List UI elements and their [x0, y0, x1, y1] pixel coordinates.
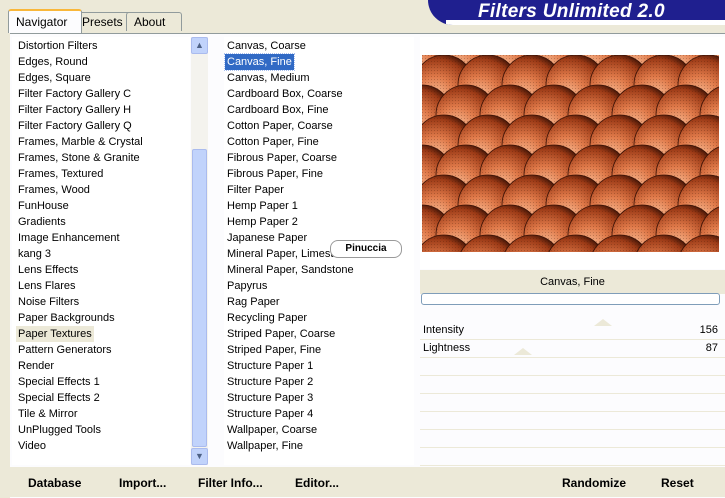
- filter-list-item[interactable]: Japanese Paper: [227, 230, 307, 246]
- category-list-item[interactable]: Tile & Mirror: [18, 406, 77, 422]
- category-list-item[interactable]: Frames, Textured: [18, 166, 103, 182]
- filter-list-item[interactable]: Canvas, Medium: [227, 70, 310, 86]
- filter-list-item[interactable]: Striped Paper, Coarse: [227, 326, 335, 342]
- category-list-item[interactable]: kang 3: [18, 246, 51, 262]
- filter-list-item[interactable]: Mineral Paper, Sandstone: [227, 262, 354, 278]
- category-list-item[interactable]: Filter Factory Gallery Q: [18, 118, 132, 134]
- filter-list-item[interactable]: Structure Paper 3: [227, 390, 313, 406]
- category-list-item[interactable]: Lens Flares: [18, 278, 75, 294]
- import-button[interactable]: Import...: [119, 476, 166, 490]
- list-divider: [214, 37, 223, 465]
- category-list-item[interactable]: Noise Filters: [18, 294, 79, 310]
- category-list-item[interactable]: Paper Backgrounds: [18, 310, 115, 326]
- category-list-item[interactable]: Paper Textures: [16, 326, 94, 342]
- randomize-button[interactable]: Randomize: [562, 476, 626, 490]
- filter-list-item[interactable]: Cardboard Box, Fine: [227, 102, 329, 118]
- scroll-down-button[interactable]: ▼: [191, 448, 208, 465]
- category-list-item[interactable]: Video: [18, 438, 46, 454]
- filter-list-item[interactable]: Structure Paper 4: [227, 406, 313, 422]
- scroll-up-button[interactable]: ▲: [191, 37, 208, 54]
- category-list-item[interactable]: Distortion Filters: [18, 38, 97, 54]
- category-scrollbar[interactable]: ▲ ▼: [191, 37, 208, 465]
- category-list-item[interactable]: Image Enhancement: [18, 230, 120, 246]
- slider-empty: [420, 448, 725, 466]
- title-banner: Filters Unlimited 2.0: [428, 0, 725, 25]
- slider-empty: [420, 412, 725, 430]
- filter-list-item[interactable]: Striped Paper, Fine: [227, 342, 321, 358]
- slider-value: 156: [699, 324, 718, 336]
- slider-marker: [514, 348, 532, 355]
- slider-label: Lightness: [423, 342, 471, 354]
- filter-list-item[interactable]: Cardboard Box, Coarse: [227, 86, 343, 102]
- slider-lightness[interactable]: Lightness 87: [420, 340, 725, 358]
- category-list-item[interactable]: Edges, Square: [18, 70, 91, 86]
- filter-list-item[interactable]: Canvas, Fine: [224, 53, 295, 71]
- reset-button[interactable]: Reset: [661, 476, 694, 490]
- filter-info-button[interactable]: Filter Info...: [198, 476, 263, 490]
- filter-name-label: Canvas, Fine: [420, 270, 725, 294]
- filter-list-item[interactable]: Fibrous Paper, Coarse: [227, 150, 337, 166]
- editor-button[interactable]: Editor...: [295, 476, 339, 490]
- tab-navigator[interactable]: Navigator: [8, 9, 82, 33]
- category-list-item[interactable]: Frames, Marble & Crystal: [18, 134, 143, 150]
- slider-empty: [420, 430, 725, 448]
- slider-empty: [420, 394, 725, 412]
- category-list-item[interactable]: Special Effects 2: [18, 390, 100, 406]
- filter-list-item[interactable]: Papyrus: [227, 278, 267, 294]
- slider-empty: [420, 376, 725, 394]
- app-title: Filters Unlimited 2.0: [478, 1, 665, 22]
- filter-list-item[interactable]: Wallpaper, Coarse: [227, 422, 317, 438]
- filter-list-item[interactable]: Filter Paper: [227, 182, 284, 198]
- filter-list-item[interactable]: Structure Paper 1: [227, 358, 313, 374]
- filter-list-item[interactable]: Canvas, Coarse: [227, 38, 306, 54]
- category-list-item[interactable]: Lens Effects: [18, 262, 78, 278]
- category-list-item[interactable]: UnPlugged Tools: [18, 422, 101, 438]
- filter-list-item[interactable]: Wallpaper, Fine: [227, 438, 303, 454]
- watermark-badge: Pinuccia: [330, 240, 402, 258]
- category-list-item[interactable]: Pattern Generators: [18, 342, 112, 358]
- filter-list-item[interactable]: Hemp Paper 1: [227, 198, 298, 214]
- filter-list-item[interactable]: Cotton Paper, Fine: [227, 134, 319, 150]
- filter-list-item[interactable]: Rag Paper: [227, 294, 280, 310]
- slider-label: Intensity: [423, 324, 464, 336]
- category-list-item[interactable]: FunHouse: [18, 198, 69, 214]
- tab-presets[interactable]: Presets: [74, 12, 132, 31]
- category-list-item[interactable]: Gradients: [18, 214, 66, 230]
- database-button[interactable]: Database: [28, 476, 81, 490]
- category-list-item[interactable]: Filter Factory Gallery H: [18, 102, 131, 118]
- filter-list-item[interactable]: Hemp Paper 2: [227, 214, 298, 230]
- scroll-thumb[interactable]: [192, 149, 207, 447]
- slider-marker: [594, 319, 612, 326]
- filter-list-item[interactable]: Cotton Paper, Coarse: [227, 118, 333, 134]
- category-list[interactable]: Distortion Filters Edges, Round Edges, Squ…: [12, 37, 190, 465]
- preview-image[interactable]: [422, 55, 719, 252]
- category-list-item[interactable]: Filter Factory Gallery C: [18, 86, 131, 102]
- category-list-item[interactable]: Frames, Stone & Granite: [18, 150, 140, 166]
- slider-value: 87: [705, 342, 718, 354]
- slider-panel: Intensity 156 Lightness 87: [420, 319, 725, 467]
- progress-bar: [421, 293, 720, 305]
- category-list-item[interactable]: Render: [18, 358, 54, 374]
- category-list-item[interactable]: Special Effects 1: [18, 374, 100, 390]
- category-list-item[interactable]: Frames, Wood: [18, 182, 90, 198]
- filter-list-item[interactable]: Recycling Paper: [227, 310, 307, 326]
- slider-empty: [420, 358, 725, 376]
- slider-intensity[interactable]: Intensity 156: [420, 319, 725, 340]
- filter-list-item[interactable]: Fibrous Paper, Fine: [227, 166, 323, 182]
- tab-about[interactable]: About: [126, 12, 182, 31]
- category-list-item[interactable]: Edges, Round: [18, 54, 88, 70]
- filter-list-item[interactable]: Structure Paper 2: [227, 374, 313, 390]
